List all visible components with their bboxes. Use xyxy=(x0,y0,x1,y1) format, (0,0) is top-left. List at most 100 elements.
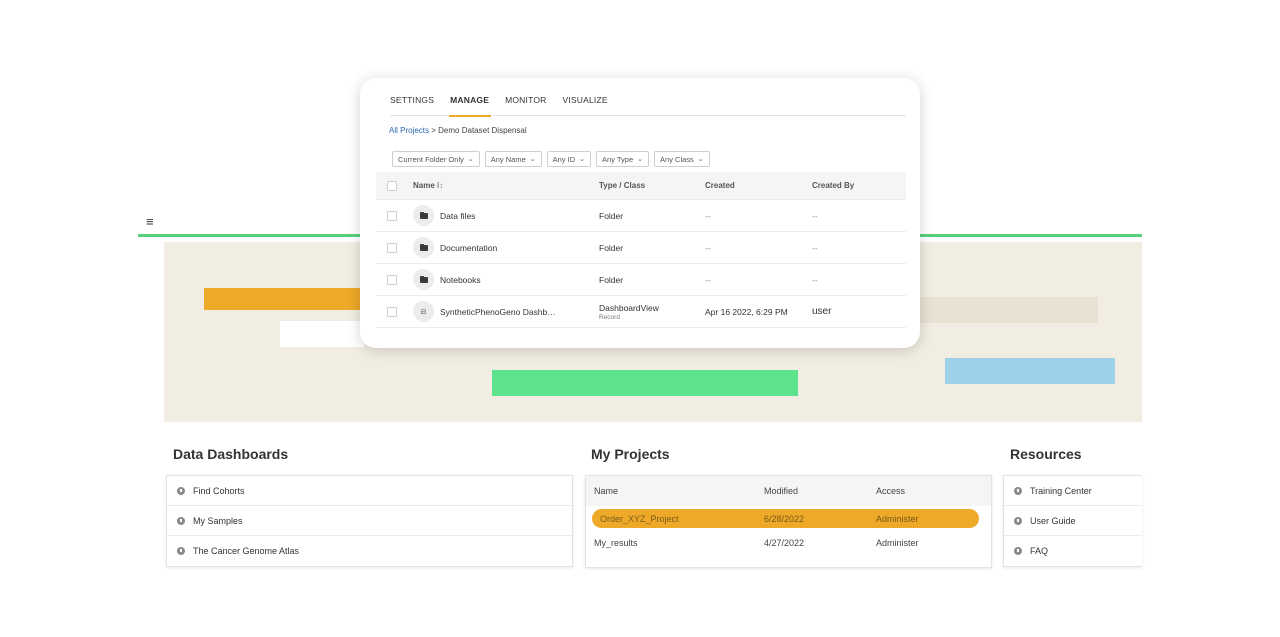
hero-block-tan xyxy=(915,297,1098,323)
dashboard-link-my-samples[interactable]: My Samples xyxy=(167,506,572,536)
files-table-header: Name I↕ Type / Class Created Created By xyxy=(376,172,906,200)
project-access: Administer xyxy=(876,538,919,548)
col-created: Created xyxy=(705,181,735,190)
help-icon xyxy=(1014,516,1022,525)
filter-label: Current Folder Only xyxy=(398,154,464,164)
breadcrumb: All Projects > Demo Dataset Dispensal xyxy=(389,126,527,135)
project-access: Administer xyxy=(876,513,919,524)
resources-title: Resources xyxy=(1010,446,1082,462)
filter-bar: Current Folder Only ⌄ Any Name ⌄ Any ID ⌄ A… xyxy=(392,151,715,167)
filter-name[interactable]: Any Name ⌄ xyxy=(484,151,542,167)
row-name[interactable]: Documentation xyxy=(440,243,497,253)
project-name: Order_XYZ_Project xyxy=(600,513,679,524)
chevron-down-icon: ⌄ xyxy=(637,156,644,163)
row-name[interactable]: Notebooks xyxy=(440,275,481,285)
col-modified: Modified xyxy=(764,486,799,496)
col-created-by: Created By xyxy=(812,181,855,190)
row-created-by: -- xyxy=(812,274,818,285)
filter-id[interactable]: Any ID ⌄ xyxy=(546,151,592,167)
filter-label: Any Type xyxy=(602,154,634,164)
chevron-down-icon: ⌄ xyxy=(579,156,586,163)
dashboards-card: Find Cohorts My Samples The Cancer Genom… xyxy=(166,475,573,567)
breadcrumb-all-projects[interactable]: All Projects xyxy=(389,126,429,135)
project-modified: 6/28/2022 xyxy=(764,513,805,524)
row-created-by: user xyxy=(812,306,832,317)
filter-class[interactable]: Any Class ⌄ xyxy=(654,151,710,167)
hamburger-icon[interactable]: ≡ xyxy=(146,214,154,229)
col-name[interactable]: Name I↕ xyxy=(413,181,599,190)
table-row[interactable]: My_results 4/27/2022 Administer xyxy=(586,528,991,558)
chevron-down-icon: ⌄ xyxy=(529,156,536,163)
row-checkbox[interactable] xyxy=(387,242,397,253)
folder-icon xyxy=(413,269,434,290)
help-icon xyxy=(1014,486,1022,495)
resource-label: User Guide xyxy=(1030,515,1076,526)
files-table: Name I↕ Type / Class Created Created By … xyxy=(376,172,906,328)
filter-current-folder[interactable]: Current Folder Only ⌄ xyxy=(392,151,480,167)
table-row[interactable]: Notebooks Folder -- -- xyxy=(376,264,906,296)
hero-block-green xyxy=(492,370,798,396)
row-checkbox[interactable] xyxy=(387,306,397,317)
table-row[interactable]: Data files Folder -- -- xyxy=(376,200,906,232)
row-created: Apr 16 2022, 6:29 PM xyxy=(705,306,788,317)
hero-block-blue xyxy=(945,358,1115,384)
projects-title: My Projects xyxy=(591,446,670,462)
table-row[interactable]: Documentation Folder -- -- xyxy=(376,232,906,264)
project-modified: 4/27/2022 xyxy=(764,538,805,548)
tab-manage[interactable]: MANAGE xyxy=(449,93,492,117)
row-name[interactable]: SyntheticPhenoGeno Dashb… xyxy=(440,307,556,317)
dashboard-glyph: ⊟ xyxy=(420,308,427,316)
row-type: Folder xyxy=(599,210,624,221)
help-icon xyxy=(177,547,185,555)
help-icon xyxy=(177,486,185,495)
table-row[interactable]: Order_XYZ_Project 6/28/2022 Administer xyxy=(592,509,979,528)
tab-settings[interactable]: SETTINGS xyxy=(390,93,434,116)
filter-type[interactable]: Any Type ⌄ xyxy=(596,151,650,167)
row-type: Folder xyxy=(599,242,624,253)
folder-icon xyxy=(413,205,434,226)
filter-label: Any ID xyxy=(552,154,576,164)
dashboard-label: Find Cohorts xyxy=(193,485,245,496)
breadcrumb-current: Demo Dataset Dispensal xyxy=(438,126,527,135)
dashboard-link-find-cohorts[interactable]: Find Cohorts xyxy=(167,476,572,506)
panel-tabs: SETTINGS MANAGE MONITOR VISUALIZE xyxy=(390,93,906,117)
resource-link-training-center[interactable]: Training Center xyxy=(1004,476,1142,506)
row-name[interactable]: Data files xyxy=(440,211,475,221)
resource-link-user-guide[interactable]: User Guide xyxy=(1004,506,1142,536)
dashboard-label: The Cancer Genome Atlas xyxy=(193,546,300,556)
breadcrumb-separator: > xyxy=(431,126,436,135)
hero-block-orange xyxy=(204,288,360,310)
col-type: Type / Class xyxy=(599,181,646,190)
col-name: Name xyxy=(594,486,619,496)
row-checkbox[interactable] xyxy=(387,274,397,285)
help-icon xyxy=(1014,547,1022,555)
row-checkbox[interactable] xyxy=(387,210,397,221)
tab-visualize[interactable]: VISUALIZE xyxy=(562,93,607,116)
resource-label: Training Center xyxy=(1030,485,1092,496)
filter-label: Any Class xyxy=(660,154,694,164)
hero-block-white xyxy=(280,321,364,347)
row-type: Folder xyxy=(599,274,624,285)
dashboard-link-tcga[interactable]: The Cancer Genome Atlas xyxy=(167,536,572,566)
col-access: Access xyxy=(876,486,906,496)
project-name: My_results xyxy=(594,538,638,548)
tab-monitor[interactable]: MONITOR xyxy=(505,93,546,116)
row-created: -- xyxy=(705,274,711,285)
table-row[interactable]: ⊟ SyntheticPhenoGeno Dashb… DashboardView… xyxy=(376,296,906,328)
projects-card: Name Modified Access Order_XYZ_Project 6… xyxy=(585,475,992,568)
row-type-class: Record xyxy=(599,313,620,321)
sort-icon[interactable]: I↕ xyxy=(437,181,443,190)
chevron-down-icon: ⌄ xyxy=(467,156,474,163)
dashboards-title: Data Dashboards xyxy=(173,446,289,462)
manage-panel: SETTINGS MANAGE MONITOR VISUALIZE All Pr… xyxy=(360,78,920,348)
select-all-checkbox[interactable] xyxy=(387,180,397,191)
row-created-by: -- xyxy=(812,210,818,221)
dashboard-icon: ⊟ xyxy=(413,301,434,322)
resource-label: FAQ xyxy=(1030,546,1049,556)
resource-link-faq[interactable]: FAQ xyxy=(1004,536,1142,566)
row-created: -- xyxy=(705,242,711,253)
chevron-down-icon: ⌄ xyxy=(697,156,704,163)
dashboard-label: My Samples xyxy=(193,515,243,526)
resources-card: Training Center User Guide FAQ xyxy=(1003,475,1142,567)
projects-table-header: Name Modified Access xyxy=(586,476,991,506)
